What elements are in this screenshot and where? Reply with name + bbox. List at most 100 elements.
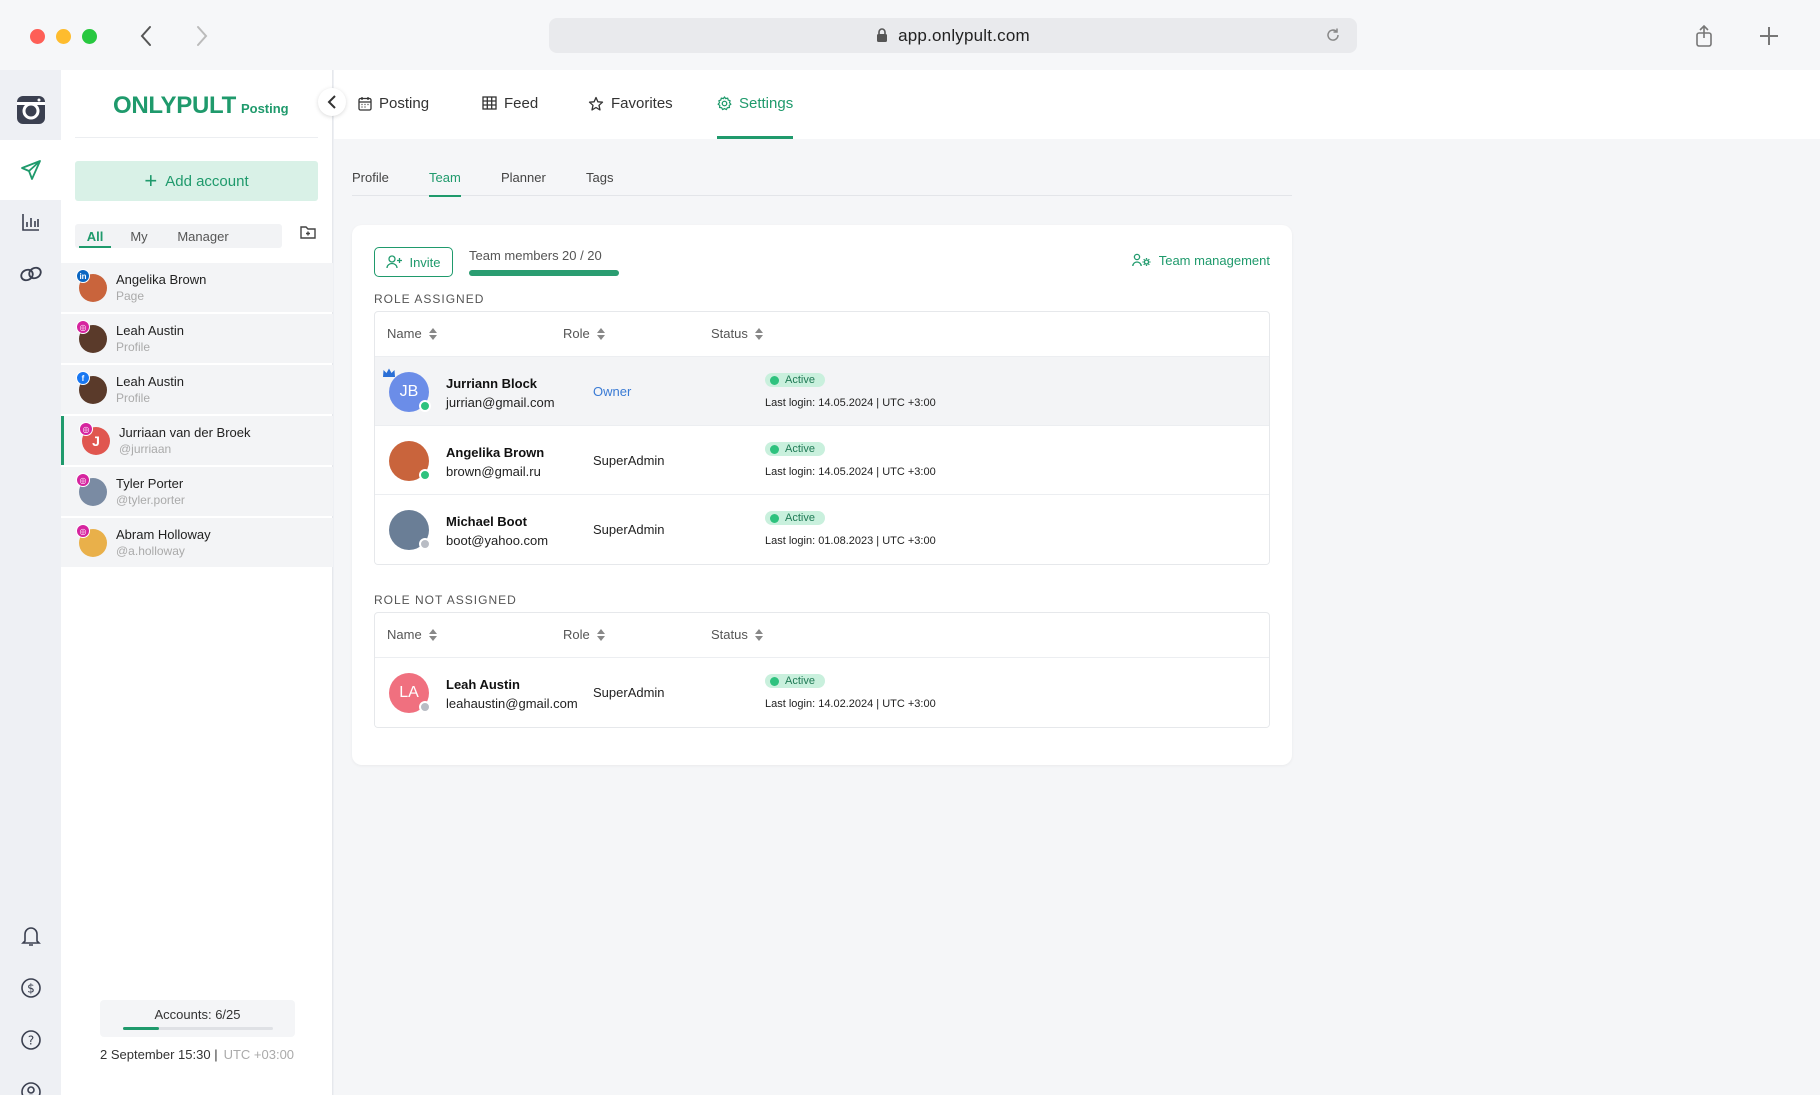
table-row[interactable]: LA Leah Austin leahaustin@gmail.com SuperAd…	[375, 658, 1269, 727]
member-role: SuperAdmin	[593, 453, 665, 468]
column-role-header[interactable]: Role	[563, 627, 606, 642]
onlypult-logo[interactable]: ONLYPULT Posting	[113, 92, 289, 120]
table-header: Name Role Status	[375, 312, 1269, 357]
status-badge: Active	[765, 373, 825, 387]
status-badge: Active	[765, 674, 825, 688]
sort-icon[interactable]	[754, 628, 764, 642]
tab-settings[interactable]: Settings	[717, 95, 794, 139]
filter-tab-all[interactable]: All	[75, 224, 115, 248]
instagram-icon: ◎	[76, 473, 90, 487]
filter-tab-manager[interactable]: Manager	[163, 224, 243, 248]
calendar-icon	[358, 96, 372, 111]
subtab-profile[interactable]: Profile	[352, 170, 389, 196]
team-management-label: Team management	[1158, 253, 1270, 268]
account-name: Tyler Porter	[116, 476, 184, 491]
column-status-label: Status	[711, 627, 748, 642]
linkedin-icon: in	[76, 269, 90, 283]
billing-dollar-icon[interactable]: $	[0, 958, 61, 1018]
team-management-link[interactable]: Team management	[1131, 253, 1270, 268]
column-status-header[interactable]: Status	[711, 326, 764, 341]
network-badge-glyph: f	[81, 373, 85, 383]
status-label: Active	[785, 443, 815, 455]
bell-icon[interactable]	[0, 906, 61, 966]
tab-posting[interactable]: Posting	[358, 95, 429, 139]
invite-button[interactable]: Invite	[374, 247, 453, 277]
sort-icon[interactable]	[428, 327, 438, 341]
account-subtitle: Profile	[116, 340, 151, 354]
account-list: in Angelika Brown Page ◎ Leah Austin Profile f…	[61, 263, 333, 569]
last-login: Last login: 01.08.2023 | UTC +3:00	[765, 535, 936, 547]
new-tab-icon[interactable]	[1753, 20, 1785, 52]
collapse-sidebar-button[interactable]	[318, 88, 346, 116]
subtab-tags[interactable]: Tags	[586, 170, 613, 196]
presence-dot	[419, 469, 431, 481]
presence-dot	[419, 400, 431, 412]
table-row[interactable]: JB Jurriann Block jurrian@gmail.com Owner Ac…	[375, 357, 1269, 426]
forward-arrow-icon[interactable]	[186, 20, 218, 52]
back-arrow-icon[interactable]	[130, 20, 162, 52]
folder-add-icon[interactable]	[300, 225, 316, 244]
sort-icon[interactable]	[428, 628, 438, 642]
analytics-icon[interactable]	[0, 192, 61, 252]
reload-icon[interactable]	[1325, 27, 1341, 48]
member-email: brown@gmail.ru	[446, 464, 541, 479]
column-name-header[interactable]: Name	[387, 326, 438, 341]
sidebar-account-item[interactable]: in Angelika Brown Page	[61, 263, 333, 312]
filter-tab-my[interactable]: My	[115, 224, 163, 248]
sidebar-account-item[interactable]: ◎ Leah Austin Profile	[61, 314, 333, 363]
team-members-count: 20 / 20	[562, 248, 602, 263]
table-row[interactable]: Angelika Brown brown@gmail.ru SuperAdmin Ac…	[375, 426, 1269, 495]
close-window-button[interactable]	[30, 29, 45, 44]
sort-icon[interactable]	[596, 327, 606, 341]
accounts-sidebar: ONLYPULT Posting + Add account All My Ma…	[61, 70, 346, 1095]
posting-send-icon[interactable]	[0, 140, 61, 200]
add-user-icon	[386, 255, 403, 269]
address-bar[interactable]: app.onlypult.com	[549, 18, 1357, 53]
help-icon[interactable]: ?	[0, 1010, 61, 1070]
network-badge-glyph: ◎	[82, 424, 90, 434]
svg-text:$: $	[27, 982, 35, 996]
account-filter-tabs: All My Manager	[75, 224, 282, 248]
tab-favorites[interactable]: Favorites	[588, 95, 673, 139]
subtab-planner[interactable]: Planner	[501, 170, 546, 196]
brand-product: Posting	[240, 101, 289, 116]
user-profile-icon[interactable]	[0, 1062, 61, 1095]
sidebar-account-item[interactable]: J ◎ Jurriaan van der Broek @jurriaan	[61, 416, 333, 465]
status-label: Active	[785, 512, 815, 524]
link-icon[interactable]	[0, 244, 61, 304]
table-row[interactable]: Michael Boot boot@yahoo.com SuperAdmin Acti…	[375, 495, 1269, 564]
accounts-usage-bar	[123, 1027, 273, 1030]
network-badge-glyph: ◎	[79, 526, 87, 536]
subtab-team[interactable]: Team	[429, 170, 461, 197]
sidebar-account-item[interactable]: ◎ Tyler Porter @tyler.porter	[61, 467, 333, 516]
sidebar-account-item[interactable]: f Leah Austin Profile	[61, 365, 333, 414]
tab-feed[interactable]: Feed	[482, 95, 538, 139]
minimize-window-button[interactable]	[56, 29, 71, 44]
column-role-header[interactable]: Role	[563, 326, 606, 341]
status-badge: Active	[765, 511, 825, 525]
column-status-header[interactable]: Status	[711, 627, 764, 642]
datetime-text: 2 September 15:30 |	[100, 1047, 218, 1062]
column-name-header[interactable]: Name	[387, 627, 438, 642]
add-account-button[interactable]: + Add account	[75, 161, 318, 201]
network-badge-glyph: ◎	[79, 475, 87, 485]
settings-subtabs: Profile Team Planner Tags	[352, 170, 1292, 197]
network-badge-glyph: in	[79, 271, 87, 281]
account-name: Jurriaan van der Broek	[119, 425, 251, 440]
team-members-bar	[469, 270, 619, 276]
lock-icon	[876, 28, 888, 43]
column-role-label: Role	[563, 627, 590, 642]
last-login: Last login: 14.05.2024 | UTC +3:00	[765, 397, 936, 409]
last-login: Last login: 14.05.2024 | UTC +3:00	[765, 466, 936, 478]
sort-icon[interactable]	[754, 327, 764, 341]
sort-icon[interactable]	[596, 628, 606, 642]
instagram-app-icon[interactable]	[0, 80, 61, 140]
maximize-window-button[interactable]	[82, 29, 97, 44]
member-role[interactable]: Owner	[593, 384, 631, 399]
share-icon[interactable]	[1688, 20, 1720, 52]
status-label: Active	[785, 374, 815, 386]
table-header: Name Role Status	[375, 613, 1269, 658]
sidebar-account-item[interactable]: ◎ Abram Holloway @a.holloway	[61, 518, 333, 567]
member-email: leahaustin@gmail.com	[446, 696, 578, 711]
facebook-icon: f	[76, 371, 90, 385]
